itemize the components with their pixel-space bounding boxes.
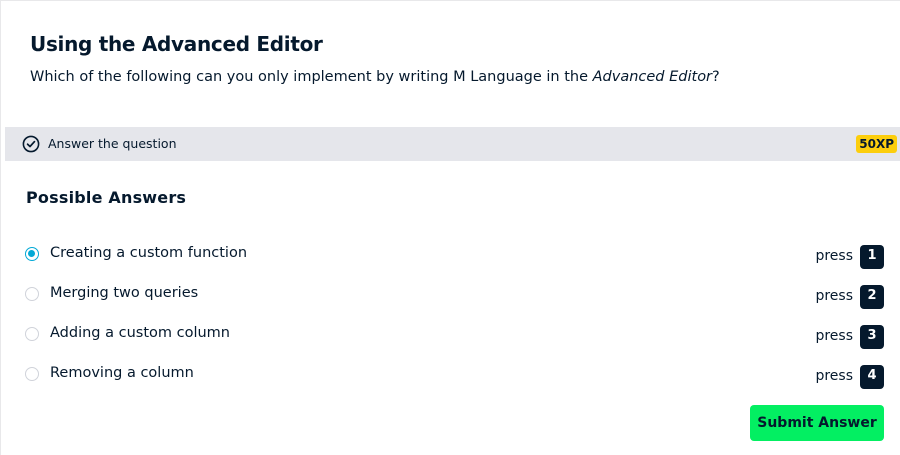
question-text-emphasis: Advanced Editor: [592, 69, 713, 85]
submit-answer-button[interactable]: Submit Answer: [750, 405, 884, 441]
radio-button[interactable]: [25, 367, 39, 381]
question-text: Which of the following can you only impl…: [30, 69, 720, 85]
question-text-end: ?: [712, 69, 720, 85]
keyboard-key: 3: [860, 325, 884, 349]
press-hint: press: [815, 248, 853, 264]
press-hint: press: [815, 368, 853, 384]
keyboard-key: 2: [860, 285, 884, 309]
answer-label[interactable]: Removing a column: [50, 365, 194, 381]
possible-answers-heading: Possible Answers: [26, 188, 187, 207]
question-text-start: Which of the following can you only impl…: [30, 69, 593, 85]
answer-label[interactable]: Adding a custom column: [50, 325, 230, 341]
answer-option-4[interactable]: Removing a column press 4: [1, 355, 900, 395]
answer-option-1[interactable]: Creating a custom function press 1: [1, 235, 900, 275]
exercise-title: Using the Advanced Editor: [30, 32, 323, 56]
answer-list: Creating a custom function press 1 Mergi…: [1, 235, 900, 395]
answer-option-2[interactable]: Merging two queries press 2: [1, 275, 900, 315]
radio-button[interactable]: [25, 287, 39, 301]
instruction-bar: Answer the question 50XP: [5, 127, 900, 161]
xp-badge: 50XP: [856, 135, 897, 153]
press-hint: press: [815, 288, 853, 304]
answer-label[interactable]: Merging two queries: [50, 285, 198, 301]
instruction-label: Answer the question: [48, 136, 177, 151]
exercise-panel: Using the Advanced Editor Which of the f…: [0, 0, 900, 455]
keyboard-key: 1: [860, 245, 884, 269]
keyboard-key: 4: [860, 365, 884, 389]
press-hint: press: [815, 328, 853, 344]
radio-button[interactable]: [25, 327, 39, 341]
check-circle-icon: [22, 135, 40, 153]
answer-option-3[interactable]: Adding a custom column press 3: [1, 315, 900, 355]
answer-label[interactable]: Creating a custom function: [50, 245, 247, 261]
radio-button-selected[interactable]: [25, 247, 39, 261]
